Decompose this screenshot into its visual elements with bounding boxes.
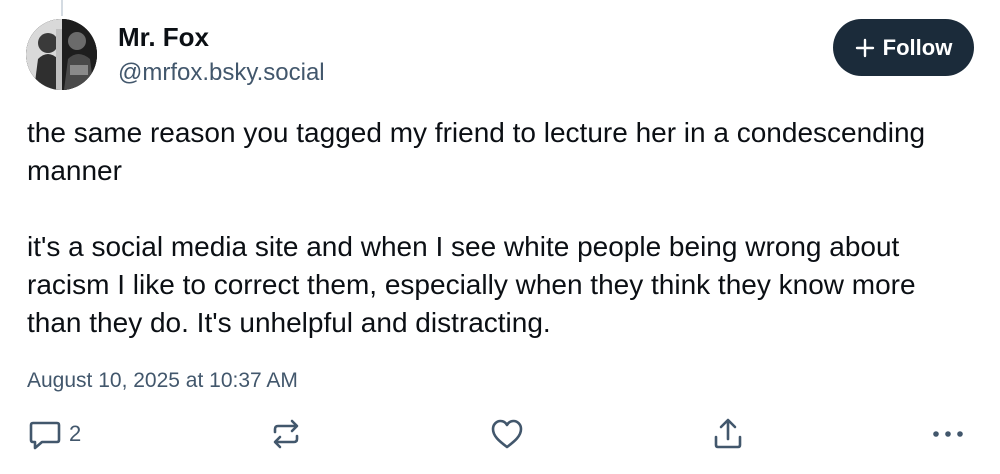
post-text: the same reason you tagged my friend to … xyxy=(27,114,977,342)
post-actions-bar: 2 xyxy=(0,414,1000,454)
like-button[interactable] xyxy=(489,414,525,454)
avatar[interactable] xyxy=(26,19,97,90)
heart-icon xyxy=(491,419,523,449)
thread-connector-line xyxy=(61,0,63,16)
follow-button[interactable]: Follow xyxy=(833,19,974,76)
more-options-icon xyxy=(933,431,963,437)
post-paragraph: the same reason you tagged my friend to … xyxy=(27,117,933,186)
reply-bubble-icon xyxy=(29,421,61,450)
reply-button[interactable]: 2 xyxy=(27,414,81,454)
user-avatar-photo xyxy=(26,19,97,90)
follow-button-label: Follow xyxy=(882,34,953,60)
reply-count: 2 xyxy=(69,421,82,446)
share-button[interactable] xyxy=(710,414,746,454)
plus-icon xyxy=(855,38,874,57)
author-handle[interactable]: @mrfox.bsky.social xyxy=(118,59,325,87)
more-options-button[interactable] xyxy=(930,414,966,454)
repost-icon xyxy=(273,419,299,449)
post-timestamp[interactable]: August 10, 2025 at 10:37 AM xyxy=(27,369,298,393)
author-display-name[interactable]: Mr. Fox xyxy=(118,22,209,53)
post-paragraph: it's a social media site and when I see … xyxy=(27,231,924,338)
repost-button[interactable] xyxy=(268,414,304,454)
share-icon xyxy=(714,418,742,449)
